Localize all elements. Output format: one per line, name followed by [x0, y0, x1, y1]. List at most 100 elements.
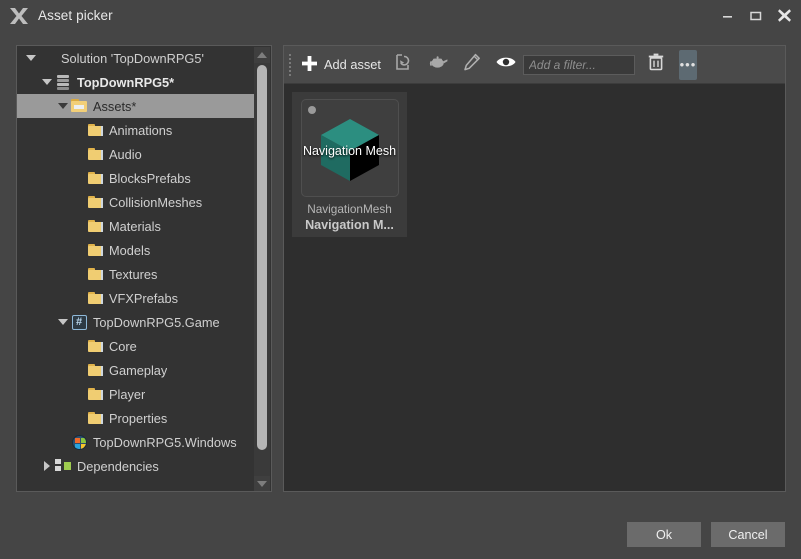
- dependencies-icon: [55, 459, 71, 473]
- asset-card[interactable]: Navigation MeshNavigationMeshNavigation …: [292, 92, 407, 237]
- delete-button[interactable]: [639, 50, 673, 80]
- tree-item-icon: [86, 241, 104, 259]
- tree-item-textures[interactable]: Textures: [17, 262, 256, 286]
- twisty-spacer: [71, 166, 86, 190]
- tree-item-icon: [86, 265, 104, 283]
- tree-item-icon: [86, 121, 104, 139]
- add-asset-button[interactable]: Add asset: [294, 50, 387, 80]
- edit-button[interactable]: [455, 50, 489, 80]
- tree-item-label: TopDownRPG5.Windows: [93, 435, 237, 450]
- reimport-icon: [394, 52, 414, 77]
- tree-item-solution-topdownrpg5[interactable]: Solution 'TopDownRPG5': [17, 46, 256, 70]
- tree-item-label: CollisionMeshes: [109, 195, 202, 210]
- tree-item-label: TopDownRPG5.Game: [93, 315, 220, 330]
- tree-item-label: Assets*: [93, 99, 136, 114]
- folder-icon: [88, 124, 103, 137]
- tree-item-icon: [86, 409, 104, 427]
- twisty-spacer: [71, 334, 86, 358]
- tree-item-label: VFXPrefabs: [109, 291, 178, 306]
- folder-icon: [88, 148, 103, 161]
- asset-grid: Navigation MeshNavigationMeshNavigation …: [284, 84, 785, 491]
- expand-toggle-icon[interactable]: [39, 70, 54, 94]
- scroll-down-button[interactable]: [254, 476, 270, 492]
- toolbar-grip-handle[interactable]: [286, 52, 294, 78]
- trash-icon: [646, 52, 666, 77]
- expand-toggle-icon[interactable]: [23, 46, 38, 70]
- folder-icon: [88, 292, 103, 305]
- tree-item-label: Textures: [109, 267, 157, 282]
- folder-icon: [88, 412, 103, 425]
- dialog-button-row: Ok Cancel: [627, 522, 785, 547]
- tree-item-label: Properties: [109, 411, 167, 426]
- tree-item-label: Models: [109, 243, 150, 258]
- teapot-button[interactable]: [421, 50, 455, 80]
- dialog-body: Solution 'TopDownRPG5'TopDownRPG5* Assets…: [0, 31, 801, 559]
- folder-icon: [88, 364, 103, 377]
- ok-button[interactable]: Ok: [627, 522, 701, 547]
- tree-item-dependencies[interactable]: Dependencies: [17, 454, 256, 478]
- asset-browser-panel: Add asset: [283, 45, 786, 492]
- tree-item-icon: [86, 193, 104, 211]
- scroll-up-button[interactable]: [254, 47, 270, 63]
- tree-item-topdownrpg5-game[interactable]: # TopDownRPG5.Game: [17, 310, 256, 334]
- more-options-button[interactable]: •••: [679, 50, 697, 80]
- twisty-spacer: [71, 214, 86, 238]
- twisty-spacer: [55, 430, 70, 454]
- reimport-button[interactable]: [387, 50, 421, 80]
- window-title: Asset picker: [38, 8, 113, 23]
- tree-item-gameplay[interactable]: Gameplay: [17, 358, 256, 382]
- minimize-button[interactable]: [713, 0, 741, 31]
- folder-icon: [88, 220, 103, 233]
- expand-toggle-icon[interactable]: [39, 454, 54, 478]
- expand-toggle-icon[interactable]: [55, 310, 70, 334]
- tree-item-player[interactable]: Player: [17, 382, 256, 406]
- tree-item-audio[interactable]: Audio: [17, 142, 256, 166]
- tree-item-blocksprefabs[interactable]: BlocksPrefabs: [17, 166, 256, 190]
- pencil-icon: [462, 52, 482, 77]
- scrollbar-thumb[interactable]: [257, 65, 267, 450]
- tree-item-icon: [86, 337, 104, 355]
- window-controls: [713, 0, 801, 31]
- plus-icon: [300, 54, 319, 76]
- tree-item-collisionmeshes[interactable]: CollisionMeshes: [17, 190, 256, 214]
- tree-item-icon: [86, 385, 104, 403]
- maximize-button[interactable]: [741, 0, 769, 31]
- tree-item-label: Player: [109, 387, 145, 402]
- csharp-project-icon: #: [72, 315, 87, 330]
- tree-item-core[interactable]: Core: [17, 334, 256, 358]
- tree-item-icon: [86, 169, 104, 187]
- folder-icon: [88, 388, 103, 401]
- tree-item-assets[interactable]: Assets*: [17, 94, 256, 118]
- tree-item-animations[interactable]: Animations: [17, 118, 256, 142]
- close-button[interactable]: [769, 0, 799, 31]
- status-dot-icon: [308, 106, 316, 114]
- tree-item-label: BlocksPrefabs: [109, 171, 191, 186]
- tree-item-icon: [86, 289, 104, 307]
- package-icon: [57, 75, 69, 90]
- cancel-button[interactable]: Cancel: [711, 522, 785, 547]
- tree-item-label: Dependencies: [77, 459, 159, 474]
- visibility-button[interactable]: [489, 50, 523, 80]
- tree-item-properties[interactable]: Properties: [17, 406, 256, 430]
- expand-toggle-icon[interactable]: [55, 94, 70, 118]
- tree-item-models[interactable]: Models: [17, 238, 256, 262]
- navigation-mesh-cube-icon: [313, 111, 387, 185]
- eye-icon: [495, 54, 517, 75]
- tree-item-vfxprefabs[interactable]: VFXPrefabs: [17, 286, 256, 310]
- folder-icon: [88, 244, 103, 257]
- filter-input[interactable]: [523, 55, 635, 75]
- tree-item-materials[interactable]: Materials: [17, 214, 256, 238]
- tree-vertical-scrollbar[interactable]: [254, 47, 270, 492]
- tree-item-icon: [86, 217, 104, 235]
- tree-item-topdownrpg5-windows[interactable]: TopDownRPG5.Windows: [17, 430, 256, 454]
- twisty-spacer: [71, 238, 86, 262]
- tree-item-topdownrpg5[interactable]: TopDownRPG5*: [17, 70, 256, 94]
- solution-tree[interactable]: Solution 'TopDownRPG5'TopDownRPG5* Assets…: [17, 46, 256, 491]
- teapot-icon: [427, 53, 449, 76]
- tree-item-label: Core: [109, 339, 137, 354]
- add-asset-label: Add asset: [324, 57, 381, 72]
- window-title-bar: Asset picker: [0, 0, 801, 31]
- tree-item-icon: [70, 97, 88, 115]
- solution-tree-panel: Solution 'TopDownRPG5'TopDownRPG5* Assets…: [16, 45, 272, 492]
- asset-thumbnail[interactable]: Navigation Mesh: [301, 99, 399, 197]
